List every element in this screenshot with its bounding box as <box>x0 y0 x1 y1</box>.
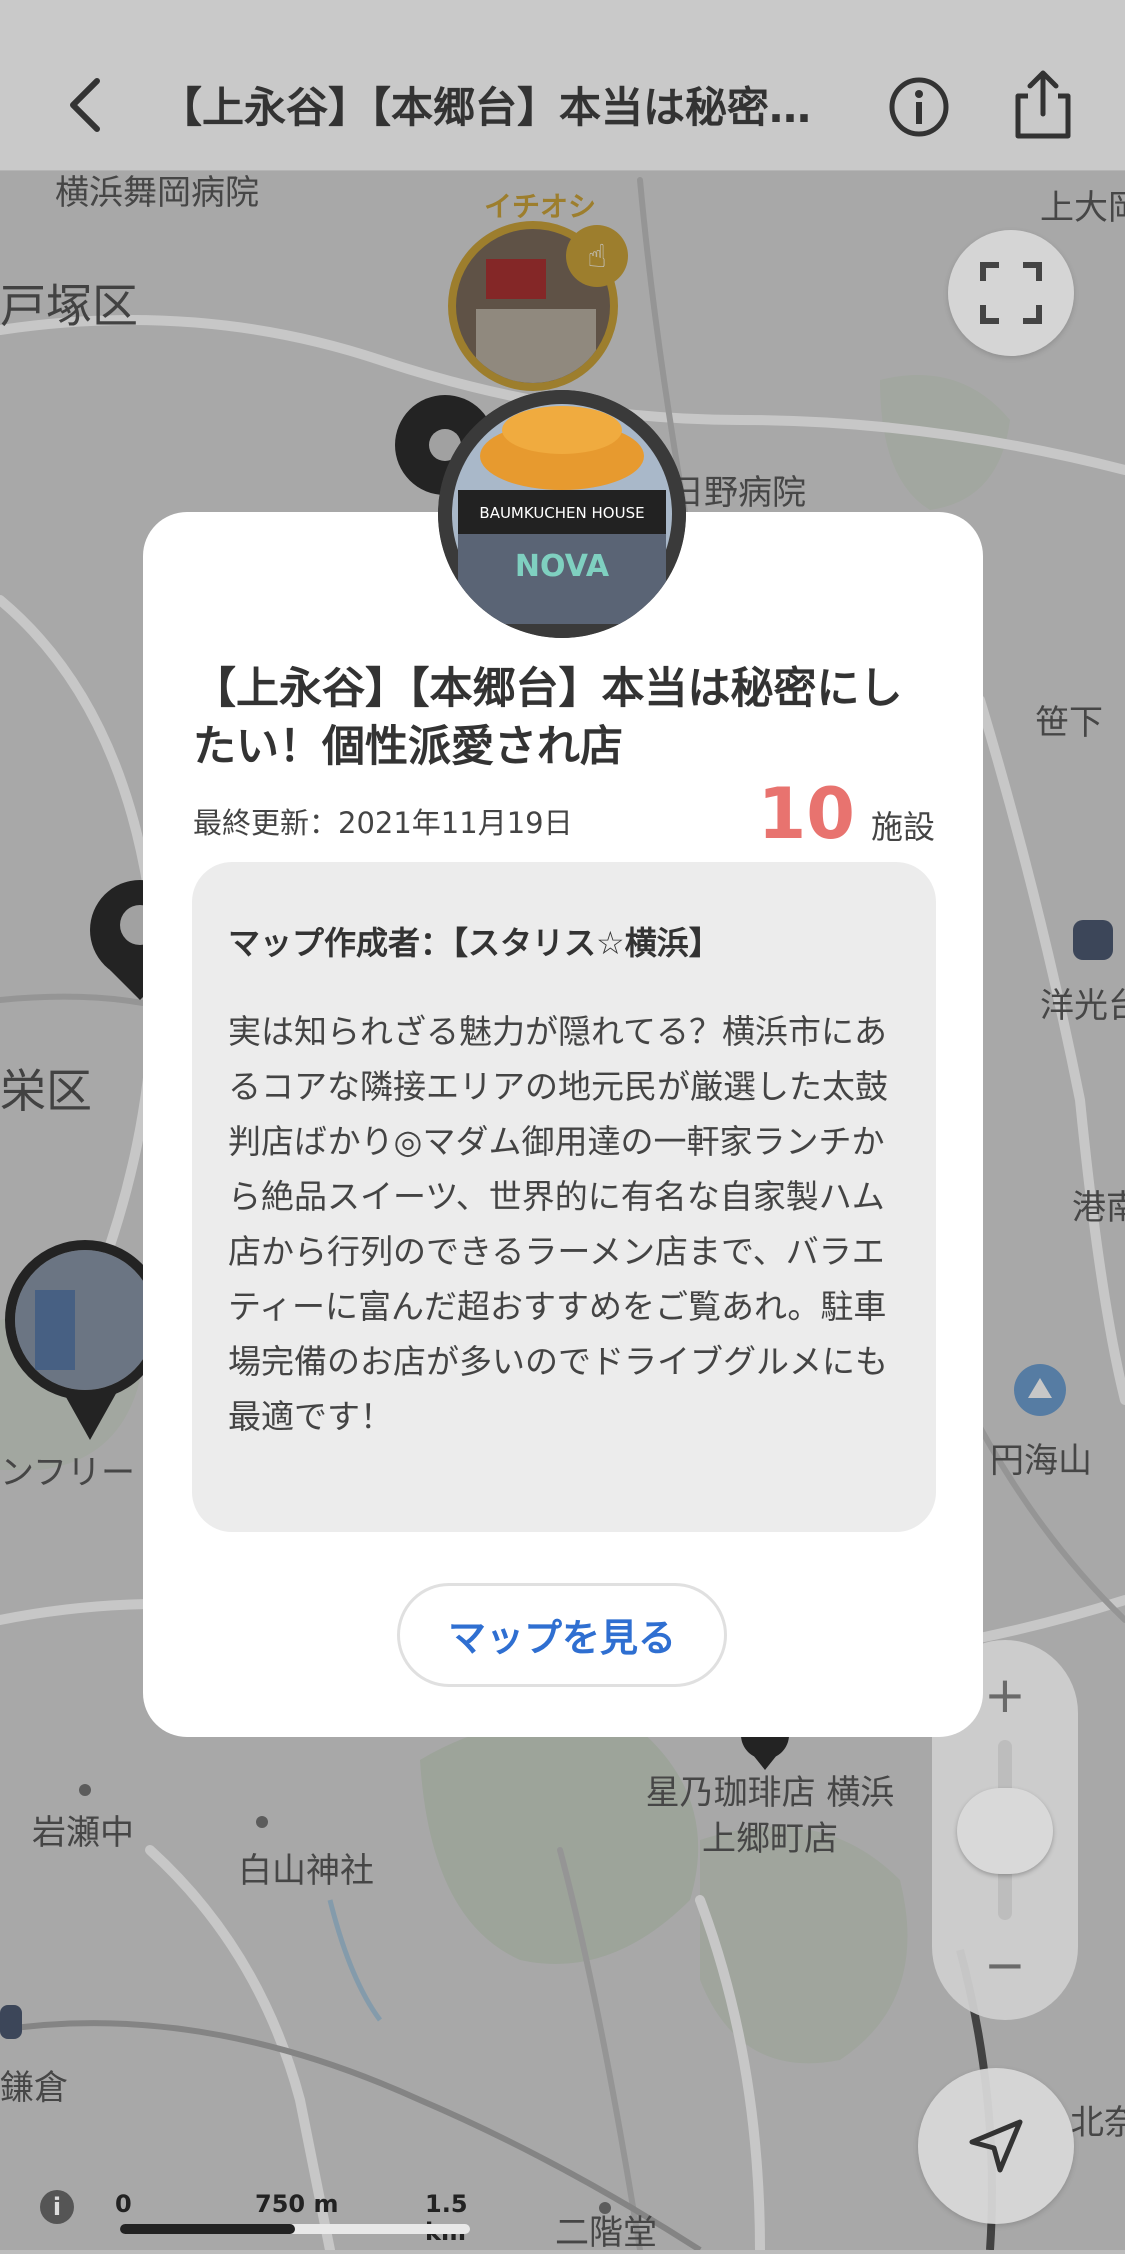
navigation-arrow-icon <box>969 2119 1023 2173</box>
map-author: マップ作成者：【スタリス☆横浜】 <box>228 924 721 962</box>
card-title: 【上永谷】【本郷台】本当は秘密にしたい！個性派愛され店 <box>193 664 903 772</box>
info-icon <box>889 77 949 137</box>
description-box: マップ作成者：【スタリス☆横浜】 実は知られざる魅力が隠れてる？横浜市にあるコア… <box>192 862 936 1532</box>
map-cover-avatar: BAUMKUCHEN HOUSE NOVA <box>438 390 686 638</box>
share-icon <box>1015 70 1071 139</box>
map-attribution-info-icon[interactable]: i <box>40 2190 74 2224</box>
current-location-button[interactable] <box>918 2068 1074 2224</box>
avatar-brand-text: NOVA <box>515 549 610 584</box>
scale-label-end: 1.5 km <box>425 2190 468 2246</box>
fullscreen-icon <box>980 262 1042 324</box>
share-button[interactable] <box>1010 68 1076 142</box>
chevron-left-icon <box>70 78 100 132</box>
facility-count-unit: 施設 <box>870 808 935 846</box>
facility-count-number: 10 <box>757 773 855 855</box>
back-button[interactable] <box>55 65 115 145</box>
last-updated-date: 最終更新：2021年11月19日 <box>193 806 573 840</box>
avatar-sign-text: BAUMKUCHEN HOUSE <box>479 504 644 522</box>
fullscreen-button[interactable] <box>948 230 1074 356</box>
info-button[interactable] <box>888 76 950 138</box>
facility-count: 10 施設 <box>758 773 935 855</box>
scale-label-zero: 0 <box>115 2190 132 2218</box>
map-scale-bar: 0 750 m 1.5 km <box>115 2190 475 2246</box>
zoom-out-button[interactable]: − <box>932 1920 1078 2010</box>
page-title: 【上永谷】【本郷台】本当は秘密… <box>160 83 812 132</box>
scale-label-mid: 750 m <box>255 2190 339 2218</box>
top-bar: 【上永谷】【本郷台】本当は秘密… <box>0 0 1125 171</box>
map-description: 実は知られざる魅力が隠れてる？横浜市にあるコアな隣接エリアの地元民が厳選した太鼓… <box>228 1012 888 1436</box>
view-map-button[interactable]: マップを見る <box>397 1583 727 1687</box>
zoom-slider-thumb[interactable] <box>957 1788 1053 1874</box>
